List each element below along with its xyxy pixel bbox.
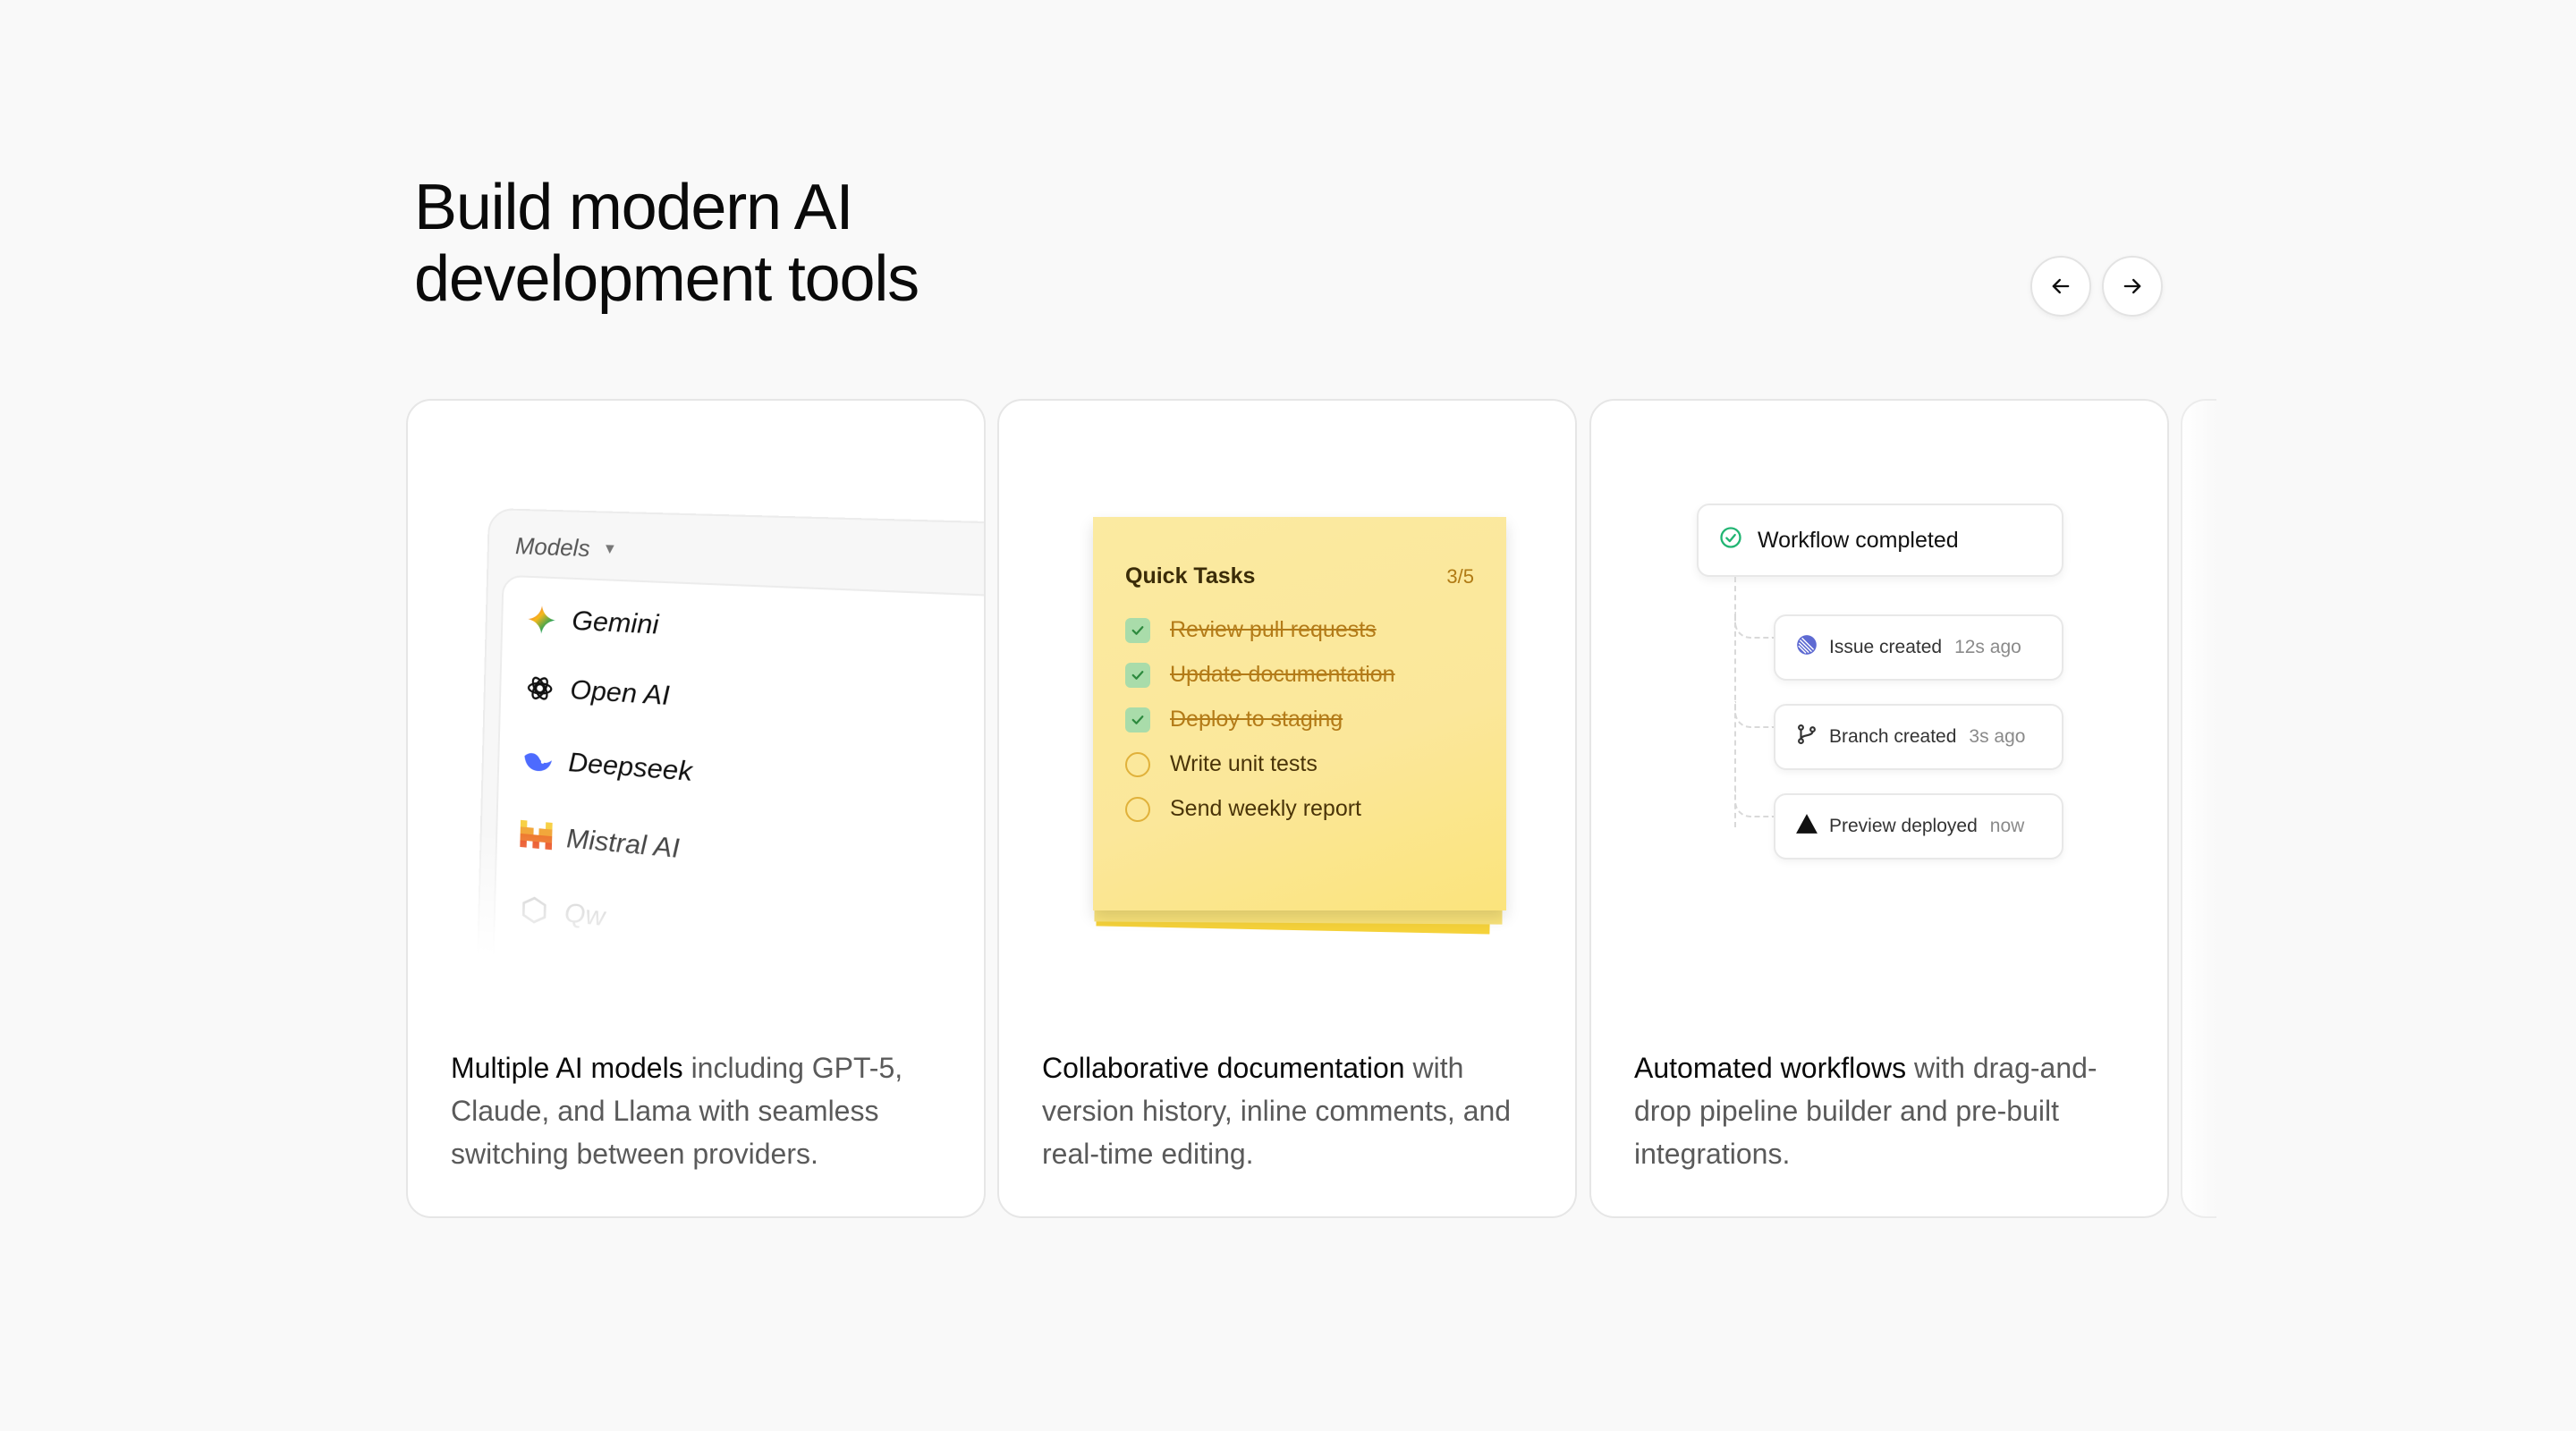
sticky-note-stack: Quick Tasks 3/5 Review pull requests Upd… bbox=[1093, 517, 1506, 928]
git-branch-icon bbox=[1795, 723, 1818, 751]
next-card-peek[interactable] bbox=[2181, 399, 2216, 1218]
task-item[interactable]: Write unit tests bbox=[1125, 751, 1318, 777]
arrow-left-icon bbox=[2048, 274, 2073, 299]
workflow-event: Branch created 3s ago bbox=[1774, 704, 2063, 770]
card-caption: Multiple AI models including GPT-5, Clau… bbox=[451, 1046, 952, 1175]
checkbox-checked-icon bbox=[1125, 618, 1150, 643]
arrow-right-icon bbox=[2120, 274, 2145, 299]
models-header: Models ▼ bbox=[515, 532, 618, 563]
feature-card-models[interactable]: Models ▼ Gemini Open AI Deepseek Mistral… bbox=[406, 399, 986, 1218]
task-item[interactable]: Send weekly report bbox=[1125, 796, 1361, 822]
openai-icon bbox=[523, 671, 556, 706]
workflow-event: Issue created 12s ago bbox=[1774, 614, 2063, 681]
qwen-icon bbox=[518, 893, 550, 928]
check-circle-icon bbox=[1718, 525, 1743, 556]
checkbox-empty-icon bbox=[1125, 797, 1150, 822]
workflow-status: Workflow completed bbox=[1697, 504, 2063, 577]
sticky-title: Quick Tasks bbox=[1125, 563, 1255, 589]
vercel-triangle-icon bbox=[1795, 813, 1818, 840]
carousel-prev-button[interactable] bbox=[2030, 256, 2091, 317]
mistral-icon bbox=[520, 818, 553, 854]
card-caption: Collaborative documentation with version… bbox=[1042, 1046, 1543, 1175]
models-dropdown-preview: Models ▼ Gemini Open AI Deepseek Mistral… bbox=[477, 508, 986, 1023]
sticky-count: 3/5 bbox=[1446, 565, 1474, 588]
model-item-qwen: Qw bbox=[518, 893, 606, 935]
checkbox-checked-icon bbox=[1125, 663, 1150, 688]
headline-line-2: development tools bbox=[414, 243, 919, 315]
task-item[interactable]: Update documentation bbox=[1125, 662, 1395, 688]
feature-card-docs[interactable]: Quick Tasks 3/5 Review pull requests Upd… bbox=[997, 399, 1577, 1218]
workflow-event: Preview deployed now bbox=[1774, 793, 2063, 859]
carousel-next-button[interactable] bbox=[2102, 256, 2163, 317]
card-caption: Automated workflows with drag-and-drop p… bbox=[1634, 1046, 2135, 1175]
model-item-deepseek: Deepseek bbox=[521, 743, 692, 789]
sticky-note: Quick Tasks 3/5 Review pull requests Upd… bbox=[1093, 517, 1506, 910]
checkbox-empty-icon bbox=[1125, 752, 1150, 777]
gemini-icon bbox=[525, 603, 558, 637]
linear-icon bbox=[1795, 633, 1818, 662]
model-item-gemini: Gemini bbox=[525, 603, 659, 642]
feature-card-workflows[interactable]: Workflow completed Issue created 12s ago… bbox=[1589, 399, 2169, 1218]
deepseek-icon bbox=[521, 743, 555, 778]
model-item-mistral: Mistral AI bbox=[520, 818, 680, 866]
task-item[interactable]: Deploy to staging bbox=[1125, 707, 1343, 732]
checkbox-checked-icon bbox=[1125, 707, 1150, 732]
page-headline: Build modern AI development tools bbox=[414, 172, 919, 315]
task-item[interactable]: Review pull requests bbox=[1125, 617, 1377, 643]
caret-down-icon: ▼ bbox=[602, 541, 617, 558]
models-list: Gemini Open AI Deepseek Mistral AI Qw bbox=[492, 575, 986, 1057]
model-item-openai: Open AI bbox=[523, 671, 670, 713]
headline-line-1: Build modern AI bbox=[414, 172, 919, 243]
